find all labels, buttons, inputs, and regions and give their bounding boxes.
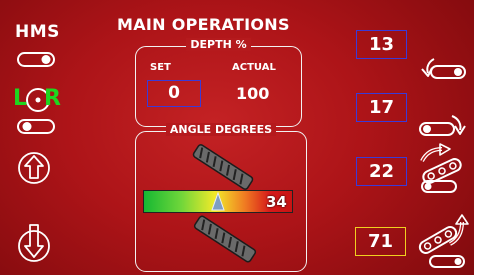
hms-label: HMS [15, 22, 60, 42]
track-tilt-left-icon[interactable] [418, 55, 468, 81]
angle-panel-title: ANGLE DEGREES [165, 123, 277, 136]
depth-actual-value: 100 [236, 84, 270, 103]
track-raise-max-icon[interactable] [416, 214, 472, 270]
actual-label: ACTUAL [232, 62, 276, 73]
depth-set-input[interactable]: 0 [147, 80, 201, 107]
value-box-raise[interactable]: 22 [356, 157, 407, 186]
lr-right-label: R [44, 86, 61, 111]
value-box-tilt-right[interactable]: 17 [356, 93, 407, 122]
gauge-pointer-icon [211, 191, 225, 211]
depth-panel-title: DEPTH % [186, 38, 251, 51]
lr-toggle[interactable] [17, 119, 57, 135]
lower-track-graphic [193, 215, 257, 263]
raise-arrow-icon[interactable] [17, 150, 51, 186]
angle-value: 34 [266, 193, 287, 211]
value-box-raise-max[interactable]: 71 [355, 227, 406, 256]
track-raise-icon[interactable] [414, 143, 470, 193]
page-title: MAIN OPERATIONS [117, 15, 290, 34]
upper-track-graphic [192, 144, 254, 190]
lower-arrow-icon[interactable] [17, 222, 51, 264]
track-tilt-right-icon[interactable] [418, 113, 468, 139]
value-box-tilt-left[interactable]: 13 [356, 30, 407, 59]
set-label: SET [150, 62, 171, 73]
lr-left-label: L [13, 86, 28, 111]
main-operations-screen: HMS MAIN OPERATIONS L R DEPTH % SET ACTU… [0, 0, 477, 275]
hms-toggle[interactable] [17, 52, 57, 68]
